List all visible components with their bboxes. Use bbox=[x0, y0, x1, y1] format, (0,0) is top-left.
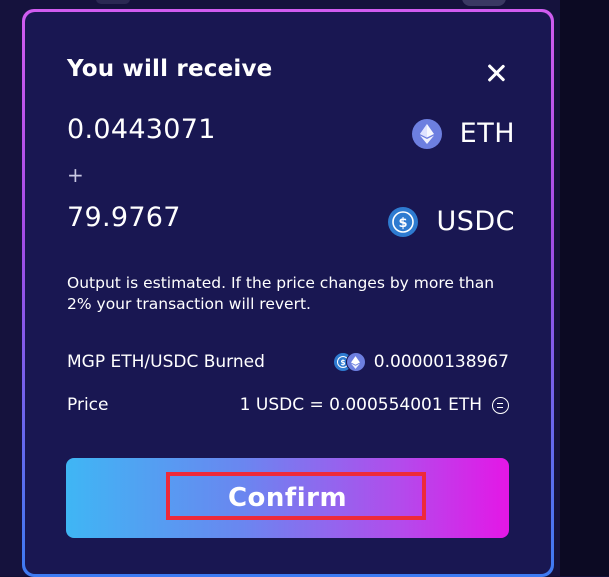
eth-mini-icon bbox=[345, 352, 366, 372]
estimate-notice: Output is estimated. If the price change… bbox=[67, 274, 495, 313]
backdrop-side-panel bbox=[560, 0, 609, 576]
svg-text:$: $ bbox=[399, 216, 408, 231]
receive-modal-body: You will receive 0.0443071 ETH + 79.9767… bbox=[25, 12, 551, 574]
usdc-amount: 79.9767 bbox=[67, 202, 181, 233]
confirm-button-label: Confirm bbox=[227, 483, 348, 513]
usdc-token: $ USDC bbox=[388, 206, 515, 237]
receive-modal: You will receive 0.0443071 ETH + 79.9767… bbox=[22, 9, 554, 577]
burned-value-group: $ 0.00000138967 bbox=[332, 352, 509, 372]
confirm-button[interactable]: Confirm bbox=[66, 458, 509, 538]
price-value-group: 1 USDC = 0.000554001 ETH bbox=[240, 395, 509, 415]
backdrop-toggle bbox=[462, 0, 506, 6]
burned-label: MGP ETH/USDC Burned bbox=[67, 352, 265, 372]
svg-text:$: $ bbox=[340, 358, 345, 367]
plus-separator: + bbox=[67, 163, 84, 187]
price-row: Price 1 USDC = 0.000554001 ETH bbox=[67, 395, 509, 421]
price-value: 1 USDC = 0.000554001 ETH bbox=[239, 395, 482, 415]
eth-token: ETH bbox=[411, 118, 515, 149]
usdc-icon: $ bbox=[388, 206, 419, 237]
eth-amount: 0.0443071 bbox=[67, 114, 216, 145]
eth-token-name: ETH bbox=[459, 118, 515, 149]
backdrop-element bbox=[96, 0, 130, 4]
usdc-token-name: USDC bbox=[436, 206, 515, 237]
close-icon[interactable] bbox=[482, 59, 510, 87]
modal-title: You will receive bbox=[67, 56, 273, 82]
swap-rate-icon[interactable] bbox=[492, 396, 509, 414]
price-label: Price bbox=[67, 395, 109, 415]
eth-icon bbox=[411, 118, 442, 149]
burned-value: 0.00000138967 bbox=[373, 352, 509, 372]
burned-row: MGP ETH/USDC Burned $ 0.00000138967 bbox=[67, 352, 509, 378]
usdc-eth-pair-icon: $ bbox=[332, 352, 369, 372]
